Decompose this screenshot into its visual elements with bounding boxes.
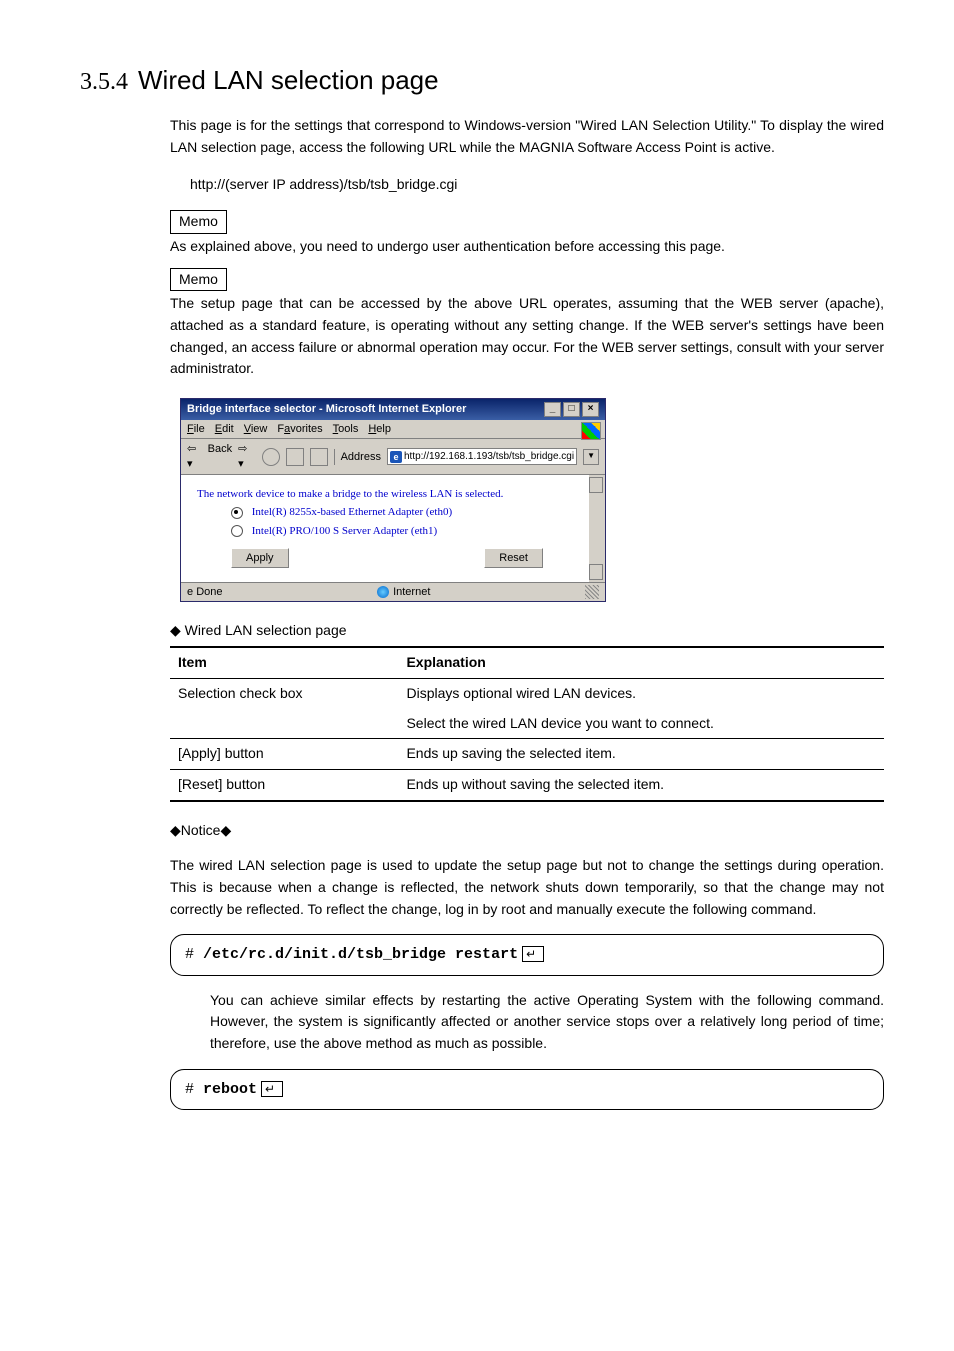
intro-paragraph: This page is for the settings that corre…	[170, 115, 884, 158]
address-url: http://192.168.1.193/tsb/tsb_bridge.cgi	[404, 450, 574, 463]
notice-heading: ◆Notice◆	[170, 820, 884, 842]
home-icon[interactable]	[310, 448, 328, 466]
table-row: [Apply] button Ends up saving the select…	[170, 739, 884, 770]
cell-item: [Reset] button	[170, 769, 398, 800]
resize-grip[interactable]	[585, 585, 599, 599]
toolbar: ⇦ Back ▾ ⇨ ▾ Address e http://192.168.1.…	[181, 439, 605, 475]
close-button[interactable]: ×	[582, 402, 599, 417]
section-number: 3.5.4	[80, 69, 128, 95]
radio-eth1-label[interactable]: Intel(R) PRO/100 S Server Adapter (eth1)	[252, 525, 437, 537]
page-heading-link[interactable]: The network device to make a bridge to t…	[197, 488, 503, 500]
table-row: Select the wired LAN device you want to …	[170, 709, 884, 739]
table-caption: ◆ Wired LAN selection page	[170, 620, 884, 642]
address-label: Address	[341, 450, 381, 464]
url-line: http://(server IP address)/tsb/tsb_bridg…	[190, 174, 884, 196]
table-row: [Reset] button Ends up without saving th…	[170, 769, 884, 800]
stop-icon[interactable]	[262, 448, 280, 466]
menu-edit[interactable]: Edit	[215, 422, 234, 436]
status-bar: e Done Internet	[181, 582, 605, 601]
section-heading: 3.5.4 Wired LAN selection page	[80, 60, 894, 101]
menu-help[interactable]: Help	[368, 422, 391, 436]
menu-file[interactable]: File	[187, 422, 205, 436]
reset-button[interactable]: Reset	[484, 548, 543, 568]
menu-favorites[interactable]: Favorites	[277, 422, 322, 436]
cell-expl: Displays optional wired LAN devices.	[398, 678, 884, 708]
ie-logo-icon	[581, 422, 601, 440]
cell-expl: Select the wired LAN device you want to …	[398, 709, 884, 739]
command-box-1: # /etc/rc.d/init.d/tsb_bridge restart	[170, 934, 884, 975]
window-title: Bridge interface selector - Microsoft In…	[187, 402, 466, 416]
refresh-icon[interactable]	[286, 448, 304, 466]
col-explanation: Explanation	[398, 647, 884, 678]
explanation-table: Item Explanation Selection check box Dis…	[170, 646, 884, 801]
page-content: The network device to make a bridge to t…	[181, 475, 605, 582]
status-page-icon: e	[187, 586, 193, 598]
memo-label-2: Memo	[170, 268, 227, 292]
menu-bar: File Edit View Favorites Tools Help	[181, 420, 605, 439]
col-item: Item	[170, 647, 398, 678]
address-bar[interactable]: e http://192.168.1.193/tsb/tsb_bridge.cg…	[387, 448, 577, 465]
status-zone: Internet	[393, 586, 430, 598]
after-command-paragraph: You can achieve similar effects by resta…	[210, 990, 884, 1055]
memo-label-1: Memo	[170, 210, 227, 234]
enter-key-icon	[522, 946, 544, 962]
titlebar: Bridge interface selector - Microsoft In…	[181, 399, 605, 420]
section-title: Wired LAN selection page	[138, 65, 439, 95]
enter-key-icon	[261, 1081, 283, 1097]
menu-view[interactable]: View	[244, 422, 268, 436]
address-dropdown[interactable]: ▼	[583, 449, 599, 465]
memo-text-1: As explained above, you need to undergo …	[170, 236, 884, 258]
status-done: Done	[196, 586, 222, 598]
globe-icon	[377, 586, 389, 598]
cell-item: [Apply] button	[170, 739, 398, 770]
scroll-down[interactable]	[589, 564, 603, 580]
forward-button[interactable]: ⇨ ▾	[238, 442, 256, 471]
table-row: Selection check box Displays optional wi…	[170, 678, 884, 708]
command-text-1: /etc/rc.d/init.d/tsb_bridge restart	[203, 946, 518, 963]
cell-expl: Ends up saving the selected item.	[398, 739, 884, 770]
cell-expl: Ends up without saving the selected item…	[398, 769, 884, 800]
radio-eth0[interactable]	[231, 507, 243, 519]
notice-paragraph: The wired LAN selection page is used to …	[170, 855, 884, 920]
menu-tools[interactable]: Tools	[333, 422, 359, 436]
memo-text-2: The setup page that can be accessed by t…	[170, 293, 884, 380]
browser-window: Bridge interface selector - Microsoft In…	[180, 398, 606, 602]
maximize-button[interactable]: □	[563, 402, 580, 417]
command-box-2: # reboot	[170, 1069, 884, 1110]
back-button[interactable]: ⇦ Back ▾	[187, 442, 232, 471]
radio-eth0-label[interactable]: Intel(R) 8255x-based Ethernet Adapter (e…	[252, 506, 452, 518]
command-text-2: reboot	[203, 1081, 257, 1098]
scroll-up[interactable]	[589, 477, 603, 493]
apply-button[interactable]: Apply	[231, 548, 289, 568]
minimize-button[interactable]: _	[544, 402, 561, 417]
cell-item: Selection check box	[170, 678, 398, 708]
page-icon: e	[390, 451, 402, 463]
radio-eth1[interactable]	[231, 525, 243, 537]
